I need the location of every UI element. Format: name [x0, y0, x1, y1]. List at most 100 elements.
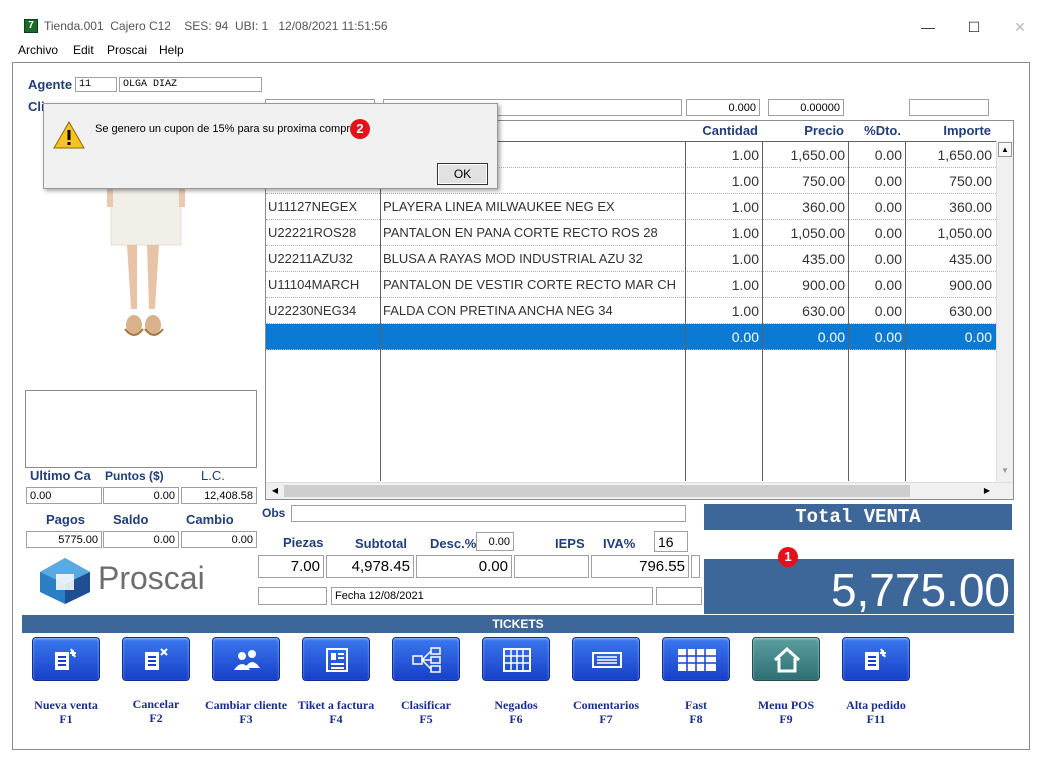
cell-code: U11127NEGEX: [268, 199, 358, 214]
fast-button[interactable]: [662, 637, 730, 681]
cancel-icon: [145, 648, 168, 670]
button-key: F8: [689, 712, 703, 726]
grid-col-divider: [905, 141, 906, 481]
cell-desc: PANTALON EN PANA CORTE RECTO ROS 28: [383, 225, 658, 240]
comentarios-button[interactable]: [572, 637, 640, 681]
button-key: F11: [866, 712, 886, 726]
cancelar-label[interactable]: Cancelar F2: [106, 697, 206, 725]
table-row[interactable]: U11127NEGEX PLAYERA LINEA MILWAUKEE NEG …: [266, 194, 996, 220]
scroll-right-icon[interactable]: ▶: [980, 484, 994, 498]
col-cantidad[interactable]: Cantidad: [686, 121, 762, 141]
ultimo-field: 0.00: [26, 487, 102, 504]
menu-help[interactable]: Help: [159, 43, 184, 57]
obs-label: Obs: [262, 506, 286, 520]
button-label: Cancelar: [132, 697, 180, 711]
cell-qty: 1.00: [731, 251, 759, 267]
menu-edit[interactable]: Edit: [73, 43, 94, 57]
negados-button[interactable]: [482, 637, 550, 681]
col-dto[interactable]: %Dto.: [849, 121, 905, 141]
proscai-logo-text: Proscai: [98, 560, 205, 596]
callout-badge-2: 2: [350, 119, 370, 139]
cell-code: U11104MARCH: [268, 277, 360, 292]
invoice-icon: [326, 648, 348, 672]
grid-col-divider: [685, 141, 686, 481]
home-icon: [773, 646, 801, 673]
pos-window: 7 Tienda.001 Cajero C12 SES: 94 UBI: 1 1…: [0, 0, 1051, 761]
col-importe[interactable]: Importe: [906, 121, 995, 141]
cell-importe: 900.00: [949, 277, 992, 293]
menu-proscai[interactable]: Proscai: [107, 43, 147, 57]
menu-archivo[interactable]: Archivo: [18, 43, 58, 57]
cell-dto: 0.00: [874, 303, 902, 319]
desc-label: Desc.%: [430, 536, 477, 551]
nueva-venta-label[interactable]: Nueva venta F1: [16, 698, 116, 726]
cell-importe: 1,050.00: [937, 225, 993, 241]
col-precio[interactable]: Precio: [763, 121, 848, 141]
table-row[interactable]: U22230NEG34 FALDA CON PRETINA ANCHA NEG …: [266, 298, 996, 324]
agente-code-field[interactable]: 11: [75, 77, 117, 92]
cambio-label: Cambio: [186, 512, 234, 527]
total-venta-value: 5,775.00: [830, 564, 1010, 616]
grid-horizontal-scrollbar[interactable]: ◀ ▶: [266, 482, 1013, 499]
cambiar-cliente-label[interactable]: Cambiar cliente F3: [196, 698, 296, 726]
scroll-up-icon[interactable]: ▲: [998, 142, 1012, 157]
clasificar-button[interactable]: [392, 637, 460, 681]
cell-importe: 435.00: [949, 251, 992, 267]
cell-dto: 0.00: [874, 225, 902, 241]
lc-label: L.C.: [201, 468, 225, 483]
price-input[interactable]: 0.00000: [768, 99, 844, 116]
table-row[interactable]: U11104MARCH PANTALON DE VESTIR CORTE REC…: [266, 272, 996, 298]
classify-icon: [412, 647, 441, 673]
button-key: F5: [419, 712, 433, 726]
comentarios-label[interactable]: Comentarios F7: [556, 698, 656, 726]
table-row-selected[interactable]: 0.00 0.00 0.00 0.00: [266, 324, 996, 350]
menu-pos-label[interactable]: Menu POS F9: [736, 698, 836, 726]
cell-dto: 0.00: [874, 329, 902, 345]
fast-icon: [678, 649, 716, 671]
scroll-left-icon[interactable]: ◀: [268, 484, 282, 498]
menu-pos-button[interactable]: [752, 637, 820, 681]
cancelar-button[interactable]: [122, 637, 190, 681]
ieps-field: [514, 555, 589, 578]
qty-input[interactable]: 0.000: [686, 99, 760, 116]
table-row[interactable]: U22211AZU32 BLUSA A RAYAS MOD INDUSTRIAL…: [266, 246, 996, 272]
maximize-button[interactable]: ☐: [951, 14, 997, 40]
desc-pct-field[interactable]: 0.00: [476, 532, 514, 551]
obs-field[interactable]: [291, 505, 686, 522]
cambio-field: 0.00: [181, 531, 257, 548]
tiket-a-factura-label[interactable]: Tiket a factura F4: [286, 698, 386, 726]
minimize-button[interactable]: —: [905, 14, 951, 40]
cell-qty: 1.00: [731, 225, 759, 241]
cambiar-cliente-button[interactable]: [212, 637, 280, 681]
iva-pct-field[interactable]: 16: [654, 531, 688, 552]
table-row[interactable]: U22221ROS28 PANTALON EN PANA CORTE RECTO…: [266, 220, 996, 246]
button-label: Comentarios: [573, 698, 639, 712]
button-key: F4: [329, 712, 343, 726]
notes-box[interactable]: [25, 390, 257, 468]
scroll-down-icon[interactable]: ▼: [998, 463, 1012, 479]
cell-dto: 0.00: [874, 251, 902, 267]
alta-pedido-button[interactable]: [842, 637, 910, 681]
fast-label[interactable]: Fast F8: [646, 698, 746, 726]
grid-vertical-scrollbar[interactable]: ▲ ▼: [996, 141, 1013, 482]
grid-col-divider: [762, 141, 763, 481]
extra-input[interactable]: [909, 99, 989, 116]
tiket-a-factura-button[interactable]: [302, 637, 370, 681]
cell-qty: 1.00: [731, 173, 759, 189]
cell-code: U22211AZU32: [268, 251, 354, 266]
button-key: F7: [599, 712, 613, 726]
ok-button[interactable]: OK: [437, 163, 488, 185]
alta-pedido-label[interactable]: Alta pedido F11: [826, 698, 926, 726]
close-button[interactable]: ✕: [997, 14, 1043, 40]
piezas-field: 7.00: [258, 555, 324, 578]
cell-qty: 1.00: [731, 303, 759, 319]
scroll-thumb[interactable]: [284, 485, 910, 497]
negados-label[interactable]: Negados F6: [466, 698, 566, 726]
clasificar-label[interactable]: Clasificar F5: [376, 698, 476, 726]
nueva-venta-button[interactable]: [32, 637, 100, 681]
agente-name-field[interactable]: OLGA DIAZ: [119, 77, 262, 92]
comments-icon: [592, 652, 622, 668]
button-key: F1: [59, 712, 73, 726]
cell-code: U22221ROS28: [268, 225, 357, 240]
fecha-field: Fecha 12/08/2021: [331, 587, 653, 605]
